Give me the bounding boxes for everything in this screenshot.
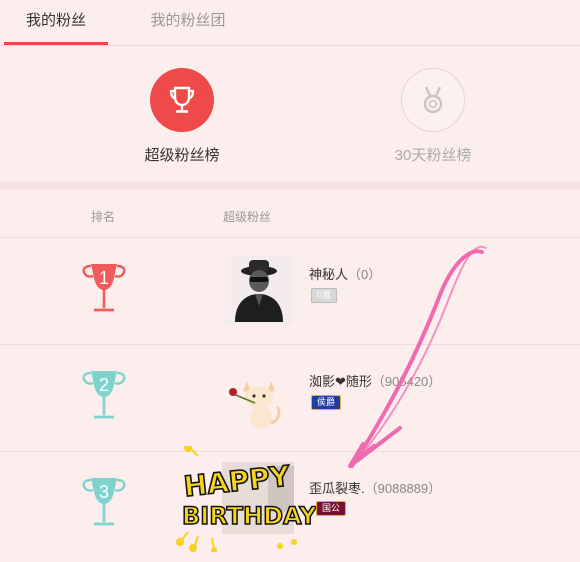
fan-name-line: 神秘人（0） xyxy=(309,264,381,283)
super-fan-ranking-button[interactable]: 超级粉丝榜 xyxy=(117,68,247,165)
rank-trophy-icon: 3 xyxy=(76,474,132,530)
fan-name[interactable]: 神秘人 xyxy=(309,267,348,282)
medal-icon-wrapper xyxy=(401,68,465,132)
table-row[interactable]: 2 洳影❤随形（905420） 侯爵 xyxy=(0,345,580,452)
mystery-man-avatar[interactable] xyxy=(225,256,293,324)
fan-name[interactable]: 洳影❤随形 xyxy=(309,374,372,389)
level-badge: 0富 xyxy=(311,288,338,303)
fan-score: （905420） xyxy=(371,374,442,389)
table-row[interactable]: 3 HAPPY BIRTHDAY 歪瓜裂枣.（9088889） 国公 xyxy=(0,444,580,562)
ranking-switch: 超级粉丝榜 30天粉丝榜 xyxy=(0,46,580,182)
happy-birthday-avatar[interactable]: HAPPY BIRTHDAY xyxy=(176,444,318,553)
fan-name[interactable]: 歪瓜裂枣. xyxy=(309,481,365,496)
rank-trophy-icon: 2 xyxy=(76,367,132,423)
rank-number: 3 xyxy=(98,482,109,502)
fan-name-line: 歪瓜裂枣.（9088889） xyxy=(309,478,441,497)
cat-with-rose-avatar[interactable] xyxy=(225,363,293,431)
tab-my-fan-club[interactable]: 我的粉丝团 xyxy=(130,0,246,45)
trophy-icon-wrapper xyxy=(150,68,214,132)
tab-bar: 我的粉丝 我的粉丝团 xyxy=(0,0,580,46)
level-badge: 侯爵 xyxy=(311,395,342,410)
super-fan-ranking-label: 超级粉丝榜 xyxy=(144,147,220,164)
thirty-day-ranking-label: 30天粉丝榜 xyxy=(394,147,472,164)
rank-number: 2 xyxy=(98,375,109,395)
medal-icon xyxy=(423,86,443,114)
trophy-icon xyxy=(169,86,195,113)
rank-trophy-icon: 1 xyxy=(76,260,132,316)
column-header-super-fans: 超级粉丝 xyxy=(223,210,272,224)
level-badge: 国公 xyxy=(316,501,347,516)
fan-score: （0） xyxy=(348,267,382,282)
tab-my-fans[interactable]: 我的粉丝 xyxy=(4,0,108,45)
rank-number: 1 xyxy=(98,268,109,288)
table-row[interactable]: 1 神秘人（0） 0富 xyxy=(0,238,580,345)
birthday-sticker-line2: BIRTHDAY xyxy=(182,502,316,530)
fan-name-line: 洳影❤随形（905420） xyxy=(309,371,441,390)
section-divider xyxy=(0,182,580,190)
fan-score: （9088889） xyxy=(364,481,442,496)
column-header-rank: 排名 xyxy=(91,210,116,224)
thirty-day-ranking-button[interactable]: 30天粉丝榜 xyxy=(368,68,498,165)
